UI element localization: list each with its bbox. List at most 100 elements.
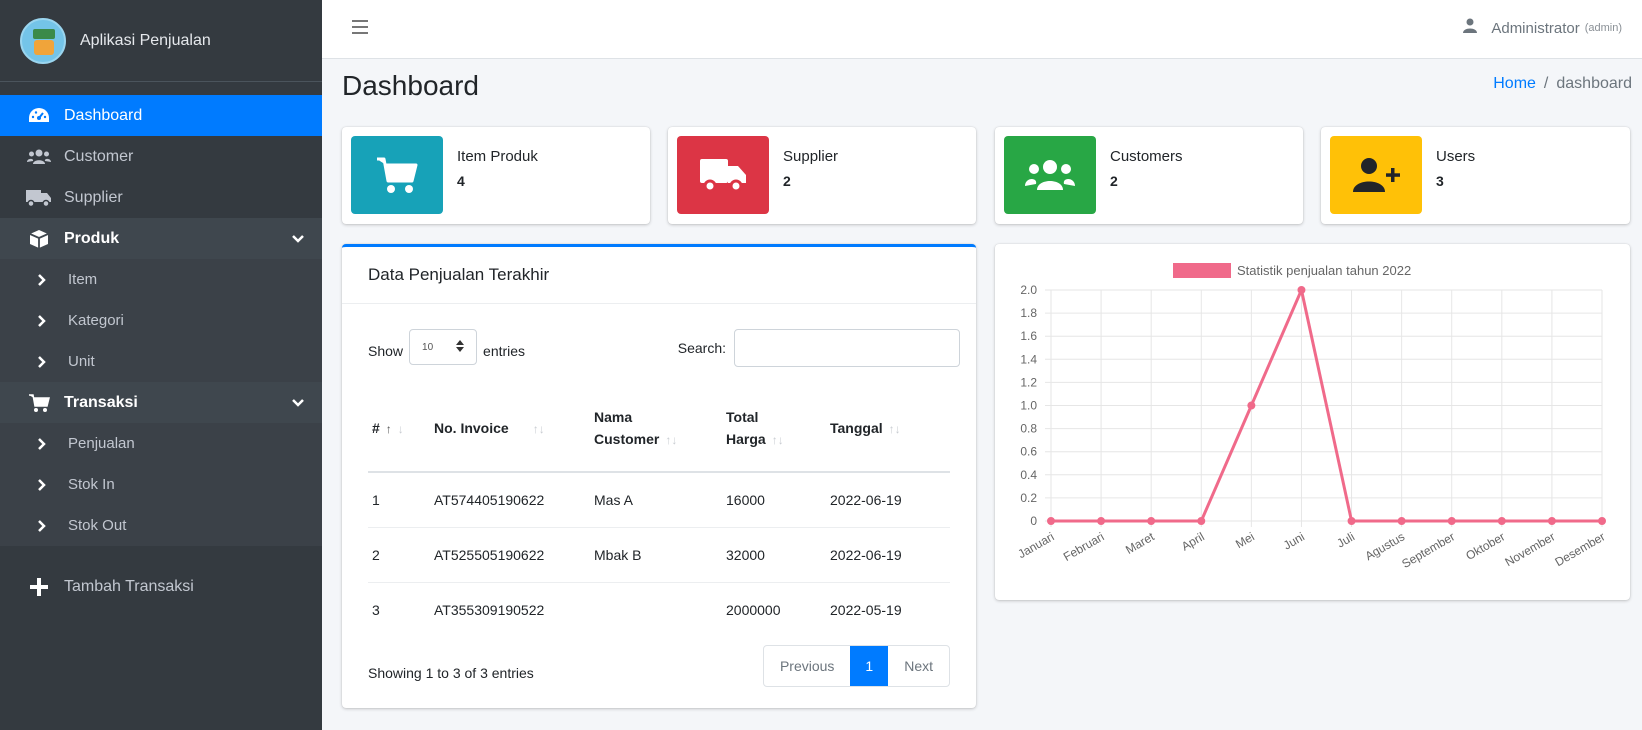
table-info: Showing 1 to 3 of 3 entries	[368, 665, 534, 681]
column-header-invoice[interactable]: No. Invoice ↑↓	[430, 385, 590, 473]
shopping-cart-icon	[351, 136, 443, 214]
table-cell: Mas A	[590, 472, 722, 528]
sidebar-item-label: Supplier	[64, 188, 123, 206]
chevron-right-icon	[32, 519, 52, 532]
sidebar-item-label: Item	[68, 271, 98, 288]
sort-asc-icon: ↑	[385, 421, 392, 436]
info-box-users: Users 3	[1321, 127, 1630, 224]
sidebar-item-tambah-transaksi[interactable]: Tambah Transaksi	[0, 566, 322, 607]
sidebar-item-label: Transaksi	[64, 393, 138, 411]
sidebar-item-dashboard[interactable]: Dashboard	[0, 95, 322, 136]
sidebar-item-label: Stok Out	[68, 517, 127, 534]
x-tick-label: Juli	[1334, 529, 1357, 550]
x-tick-label: Oktober	[1463, 529, 1507, 562]
info-box-label: Supplier	[783, 148, 839, 165]
sidebar-item-label: Produk	[64, 229, 120, 247]
sidebar-item-label: Stok In	[68, 476, 115, 493]
user-menu[interactable]: Administrator (admin)	[1463, 18, 1622, 38]
user-plus-icon	[1330, 136, 1422, 214]
info-box-number: 2	[1110, 173, 1118, 189]
search-label: Search:	[677, 340, 726, 356]
chevron-right-icon	[32, 478, 52, 491]
chevron-right-icon	[32, 437, 52, 450]
next-button[interactable]: Next	[888, 646, 949, 686]
breadcrumb: Home / dashboard	[1493, 75, 1632, 93]
table-row: 2 AT525505190622 Mbak B 32000 2022-06-19	[368, 527, 950, 583]
column-header-label: Tanggal	[830, 419, 883, 436]
sidebar-item-customer[interactable]: Customer	[0, 136, 322, 177]
x-tick-label: Desember	[1553, 529, 1608, 569]
user-icon	[1463, 18, 1478, 38]
previous-button[interactable]: Previous	[764, 646, 850, 686]
sort-icon: ↓	[397, 421, 404, 436]
sort-icon: ↑↓	[665, 433, 678, 447]
y-tick-label: 2.0	[1020, 283, 1037, 297]
column-header-label: Customer	[594, 431, 660, 447]
data-point	[1497, 517, 1506, 525]
page-length-control: Show 10 entries	[368, 329, 526, 365]
sidebar: Aplikasi Penjualan Dashboard Customer Su…	[0, 0, 322, 730]
breadcrumb-home-link[interactable]: Home	[1493, 75, 1536, 93]
column-header-tanggal[interactable]: Tanggal ↑↓	[826, 385, 950, 473]
y-tick-label: 1.2	[1020, 375, 1037, 389]
brand-logo	[20, 17, 66, 64]
search-input[interactable]	[734, 329, 960, 367]
user-name: Administrator	[1491, 19, 1580, 37]
sort-icon: ↑↓	[771, 433, 784, 447]
column-header-customer[interactable]: Nama Customer ↑↓	[590, 385, 722, 473]
table-cell: 2000000	[726, 601, 781, 618]
y-tick-label: 1.0	[1020, 399, 1037, 413]
menu-toggle-icon[interactable]	[352, 20, 368, 34]
sidebar-item-label: Customer	[64, 147, 134, 165]
chevron-down-icon	[292, 231, 304, 249]
table-cell: AT574405190622	[430, 472, 590, 528]
table-cell: 2022-05-19	[830, 601, 902, 618]
y-tick-label: 1.8	[1020, 306, 1037, 320]
plus-icon	[26, 577, 52, 597]
sidebar-item-produk[interactable]: Produk	[0, 218, 322, 259]
column-header-label: No. Invoice	[434, 419, 509, 436]
sidebar-item-stok-out[interactable]: Stok Out	[0, 505, 322, 546]
brand[interactable]: Aplikasi Penjualan	[0, 0, 322, 82]
data-point	[1547, 517, 1556, 525]
info-box-customers: Customers 2	[995, 127, 1303, 224]
sidebar-item-transaksi[interactable]: Transaksi	[0, 382, 322, 423]
x-tick-label: April	[1179, 529, 1207, 553]
search-control: Search:	[678, 329, 960, 367]
sidebar-item-kategori[interactable]: Kategori	[0, 300, 322, 341]
sidebar-item-label: Dashboard	[64, 106, 143, 124]
sidebar-item-unit[interactable]: Unit	[0, 341, 322, 382]
table-cell: 16000	[722, 472, 826, 528]
table-cell: 2022-06-19	[826, 527, 950, 583]
page-1-button[interactable]: 1	[850, 646, 889, 686]
info-box-number: 2	[783, 173, 791, 189]
info-box-number: 4	[457, 173, 465, 189]
column-header-total[interactable]: Total Harga ↑↓	[722, 385, 826, 473]
table-cell: 2022-06-19	[826, 472, 950, 528]
y-tick-label: 0.4	[1020, 468, 1037, 482]
table-row: 1 AT574405190622 Mas A 16000 2022-06-19	[368, 472, 950, 528]
x-tick-label: November	[1502, 529, 1557, 569]
table-cell	[590, 582, 722, 637]
page-title: Dashboard	[342, 70, 479, 101]
top-navbar: Administrator (admin)	[322, 0, 1642, 59]
sidebar-item-stok-in[interactable]: Stok In	[0, 464, 322, 505]
sidebar-item-item[interactable]: Item	[0, 259, 322, 300]
data-point	[1347, 517, 1356, 525]
x-tick-label: Januari	[1015, 529, 1056, 561]
sort-icon: ↑↓	[888, 421, 901, 436]
sort-arrows-icon	[456, 339, 465, 355]
pagination: Previous 1 Next	[762, 645, 950, 687]
info-box-supplier: Supplier 2	[668, 127, 976, 224]
user-role: (admin)	[1584, 22, 1622, 34]
truck-icon	[677, 136, 769, 214]
column-header-number[interactable]: # ↑ ↓	[368, 385, 430, 473]
sidebar-item-supplier[interactable]: Supplier	[0, 177, 322, 218]
entries-label: entries	[483, 343, 526, 359]
data-point	[1598, 517, 1606, 525]
users-icon	[26, 149, 52, 165]
sidebar-item-penjualan[interactable]: Penjualan	[0, 423, 322, 464]
entries-select[interactable]: 10	[409, 329, 478, 365]
table-header-row: # ↑ ↓ No. Invoice ↑↓ Nama Customer ↑↓ Total Ha…	[368, 385, 950, 473]
truck-icon	[26, 189, 52, 207]
